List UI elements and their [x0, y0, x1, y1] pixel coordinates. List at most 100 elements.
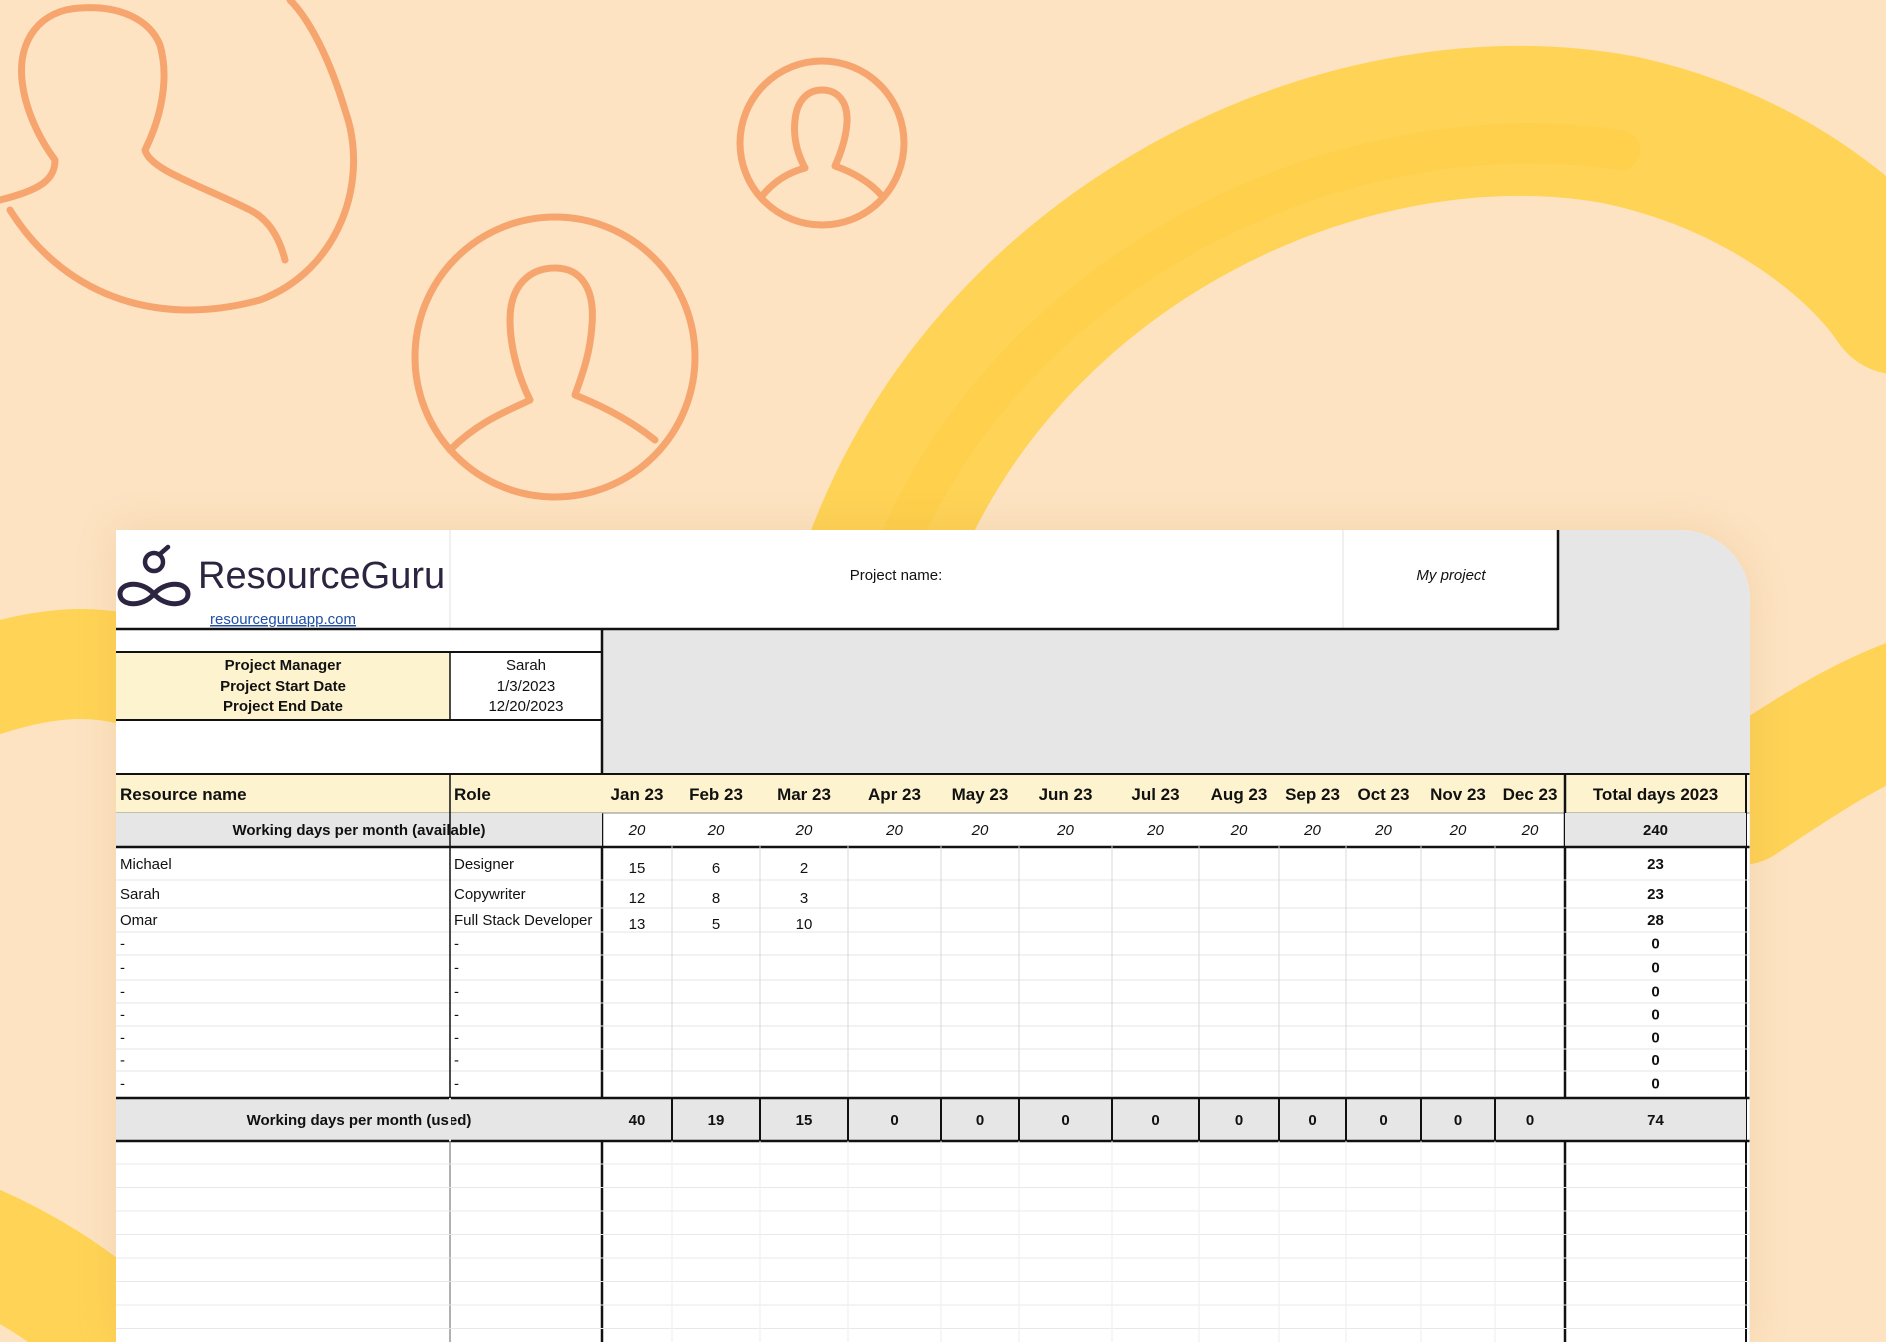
row-total-cell: 0	[1651, 984, 1659, 1001]
resource-name-cell: -	[120, 1007, 125, 1024]
column-header-month: Nov 23	[1430, 785, 1486, 804]
row-total-cell: 0	[1651, 960, 1659, 977]
resource-name-cell: -	[120, 960, 125, 977]
used-value: 40	[629, 1112, 646, 1129]
spreadsheet-card: ResourceGuru resourceguruapp.com Project n…	[116, 530, 1750, 1342]
available-value: 20	[795, 822, 813, 839]
used-value: 19	[708, 1112, 725, 1129]
resource-name-cell: Michael	[120, 856, 172, 873]
role-cell: -	[454, 984, 459, 1001]
used-value: 0	[1526, 1112, 1534, 1129]
role-cell: Designer	[454, 856, 514, 873]
column-header-month: Dec 23	[1503, 785, 1558, 804]
brand-name: ResourceGuru	[198, 555, 445, 597]
resource-name-cell: Omar	[120, 912, 158, 929]
month-value-cell: 6	[712, 860, 720, 877]
month-value-cell: 13	[629, 916, 646, 933]
available-value: 20	[1449, 822, 1467, 839]
used-value: 0	[1308, 1112, 1316, 1129]
row-total-cell: 0	[1651, 1007, 1659, 1024]
header-gray-corner	[1558, 530, 1750, 630]
resourceguru-logo-icon	[117, 544, 191, 607]
available-value: 20	[628, 822, 646, 839]
info-value: 12/20/2023	[488, 698, 563, 715]
cell-fill	[116, 630, 602, 652]
used-value: 0	[1379, 1112, 1387, 1129]
role-cell: Copywriter	[454, 886, 526, 903]
column-header-month: Jul 23	[1131, 785, 1179, 804]
used-value: 0	[1235, 1112, 1243, 1129]
available-value: 20	[707, 822, 725, 839]
available-value: 20	[1303, 822, 1321, 839]
role-cell: -	[454, 1076, 459, 1093]
info-value: 1/3/2023	[497, 678, 555, 695]
column-header-role: Role	[454, 785, 491, 804]
column-header-total: Total days 2023	[1593, 785, 1718, 804]
column-header-month: Feb 23	[689, 785, 743, 804]
row-total-cell: 23	[1647, 886, 1664, 903]
column-header-month: Jan 23	[611, 785, 664, 804]
column-header-month: Oct 23	[1358, 785, 1410, 804]
cell-fill	[116, 720, 602, 774]
resource-name-cell: -	[120, 1076, 125, 1093]
row-total-cell: 0	[1651, 1076, 1659, 1093]
header-gray-area	[602, 630, 1750, 774]
project-name-label: Project name:	[850, 567, 943, 584]
role-cell: -	[454, 936, 459, 953]
month-value-cell: 2	[800, 860, 808, 877]
column-header-month: Sep 23	[1285, 785, 1340, 804]
available-value: 20	[1146, 822, 1164, 839]
used-value: 0	[1454, 1112, 1462, 1129]
available-value: 20	[971, 822, 989, 839]
available-value: 20	[885, 822, 903, 839]
resource-name-cell: -	[120, 936, 125, 953]
row-total-cell: 28	[1647, 912, 1664, 929]
month-value-cell: 12	[629, 890, 646, 907]
used-value: 0	[976, 1112, 984, 1129]
info-label: Project Manager	[225, 657, 342, 674]
brand-link[interactable]: resourceguruapp.com	[210, 611, 356, 628]
used-total: 74	[1647, 1112, 1664, 1129]
resource-name-cell: -	[120, 1030, 125, 1047]
column-header-month: May 23	[952, 785, 1009, 804]
role-cell: -	[454, 960, 459, 977]
month-value-cell: 15	[629, 860, 646, 877]
available-value: 20	[1230, 822, 1248, 839]
info-value: Sarah	[506, 657, 546, 674]
available-label: Working days per month (available)	[232, 822, 485, 839]
available-total: 240	[1643, 822, 1668, 839]
user-avatar-icon	[0, 0, 908, 501]
available-value: 20	[1056, 822, 1074, 839]
available-value: 20	[1374, 822, 1392, 839]
month-value-cell: 10	[796, 916, 813, 933]
used-value: 0	[1061, 1112, 1069, 1129]
row-total-cell: 0	[1651, 1030, 1659, 1047]
column-header-month: Aug 23	[1211, 785, 1268, 804]
role-cell: Full Stack Developer	[454, 912, 592, 929]
month-value-cell: 5	[712, 916, 720, 933]
role-cell: -	[454, 1007, 459, 1024]
role-cell: -	[454, 1052, 459, 1069]
column-header-month: Mar 23	[777, 785, 831, 804]
row-total-cell: 0	[1651, 936, 1659, 953]
used-label: Working days per month (used)	[247, 1112, 472, 1129]
month-value-cell: 3	[800, 890, 808, 907]
info-label: Project Start Date	[220, 678, 346, 695]
resource-name-cell: -	[120, 984, 125, 1001]
column-header-month: Apr 23	[868, 785, 921, 804]
column-header-month: Jun 23	[1039, 785, 1093, 804]
info-label: Project End Date	[223, 698, 343, 715]
row-total-cell: 0	[1651, 1052, 1659, 1069]
role-cell: -	[454, 1030, 459, 1047]
used-value: 15	[796, 1112, 813, 1129]
resource-name-cell: Sarah	[120, 886, 160, 903]
row-total-cell: 23	[1647, 856, 1664, 873]
month-value-cell: 8	[712, 890, 720, 907]
spreadsheet-grid: ResourceGuru resourceguruapp.com Project n…	[116, 530, 1750, 1342]
resource-name-cell: -	[120, 1052, 125, 1069]
used-value: 0	[890, 1112, 898, 1129]
used-value: 0	[1151, 1112, 1159, 1129]
project-name-value: My project	[1416, 567, 1486, 584]
available-value: 20	[1521, 822, 1539, 839]
column-header-resource: Resource name	[120, 785, 247, 804]
